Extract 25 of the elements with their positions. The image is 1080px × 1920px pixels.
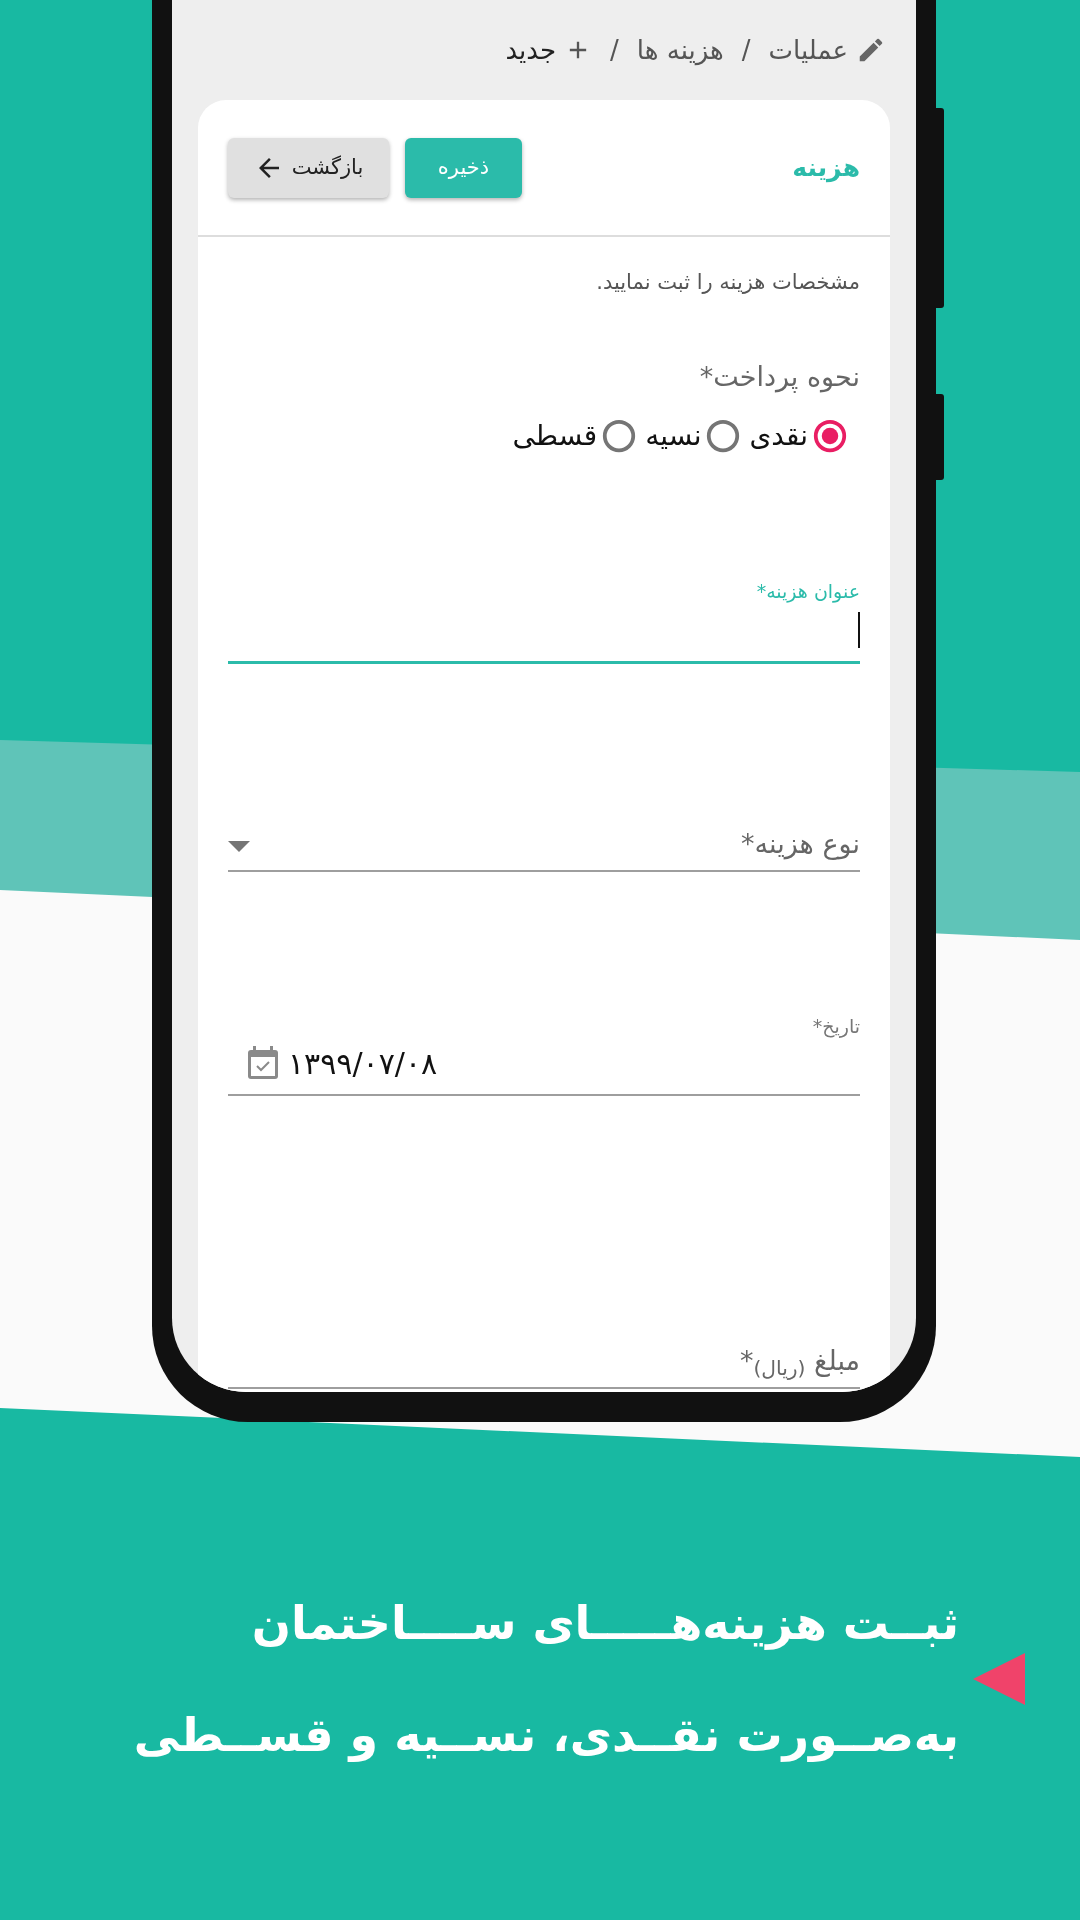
input-field[interactable]: مبلغ $_{(ریال)}$* (228, 1340, 860, 1389)
input-field[interactable]: تاریخ* ۱۳۹۹/۰۷/۰۸ (228, 1012, 860, 1096)
back-button[interactable]: بازگشت (228, 137, 389, 198)
calendar-check-icon (246, 1045, 280, 1081)
breadcrumb-link[interactable]: عملیات (768, 30, 848, 70)
promo-headline: ثبــت هزینه‌هـــــای ســــاختمان (250, 1595, 959, 1652)
field-label: نوع هزینه* (741, 826, 860, 862)
dropdown-field[interactable]: نوع هزینه* (228, 823, 860, 872)
breadcrumb-link[interactable]: هزینه ها (636, 30, 724, 70)
triangle-icon (973, 1653, 1025, 1705)
date-value: ۱۳۹۹/۰۷/۰۸ (288, 1044, 438, 1083)
breadcrumb-separator: / (741, 33, 751, 67)
field-label: عنوان هزینه* (755, 579, 860, 605)
breadcrumb-current: جدید (505, 33, 557, 67)
radio-option[interactable]: قسطی (512, 415, 638, 457)
radio-option[interactable]: نقدی (749, 415, 848, 457)
dropdown-caret-icon (228, 840, 250, 853)
radio-option[interactable]: نسیه (645, 415, 742, 457)
form-description: مشخصات هزینه را ثبت نمایید. (595, 269, 860, 296)
card-title: هزینه (792, 151, 860, 185)
breadcrumb-separator: / (610, 33, 619, 67)
text-cursor (858, 611, 860, 648)
promo-headline: به‌صــورت نقــدی، نســیه و قســطی (133, 1707, 959, 1764)
payment-method-label: نحوه پرداخت* (698, 359, 860, 395)
field-label: تاریخ* (811, 1014, 860, 1040)
